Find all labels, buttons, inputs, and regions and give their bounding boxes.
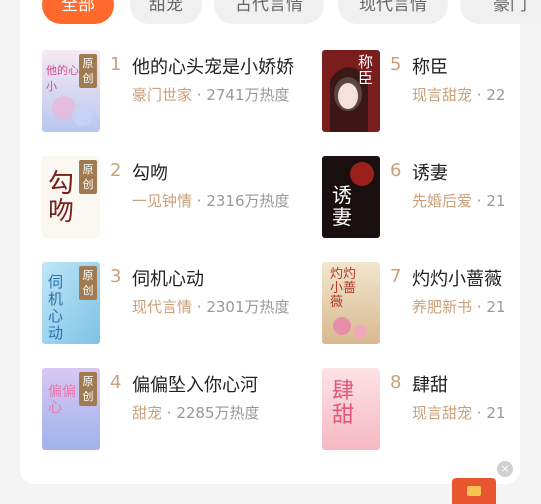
book-title[interactable]: 他的心头宠是小娇娇 <box>132 53 294 79</box>
book-item[interactable]: 肆甜 8 肆甜 现言甜宠 · 21 <box>322 368 541 458</box>
book-category[interactable]: 现代言情 <box>132 298 192 316</box>
book-category[interactable]: 现言甜宠 <box>412 404 472 422</box>
book-title[interactable]: 诱妻 <box>412 159 448 185</box>
book-heat: 21 <box>486 192 506 210</box>
book-category[interactable]: 一见钟情 <box>132 192 192 210</box>
cover-title-art: 伺机心动 <box>48 273 64 342</box>
close-icon[interactable]: × <box>497 461 513 477</box>
original-badge: 原创 <box>79 266 97 300</box>
book-title[interactable]: 肆甜 <box>412 371 448 397</box>
book-meta: 先婚后爱 · 21 <box>412 190 505 211</box>
cover-title-art: 偏偏心 <box>48 384 76 416</box>
book-meta: 豪门世家 · 2741万热度 <box>132 84 290 105</box>
meta-separator: · <box>472 86 487 104</box>
book-meta: 现言甜宠 · 22 <box>412 84 505 105</box>
book-cover[interactable]: 诱妻 <box>322 156 380 238</box>
tab-all[interactable]: 全部 <box>42 0 114 24</box>
original-badge: 原创 <box>79 372 97 406</box>
tab-rich-family[interactable]: 豪门 <box>460 0 541 24</box>
book-heat: 22 <box>486 86 506 104</box>
book-category[interactable]: 现言甜宠 <box>412 86 472 104</box>
book-heat: 2285万热度 <box>176 404 260 422</box>
book-title[interactable]: 称臣 <box>412 53 448 79</box>
cover-title-art: 称臣 <box>358 53 374 87</box>
cover-title-art: 勾吻 <box>48 169 75 227</box>
rank-number: 4 <box>110 372 122 393</box>
book-title[interactable]: 灼灼小蔷薇 <box>412 265 502 291</box>
meta-separator: · <box>472 298 487 316</box>
book-item[interactable]: 伺机心动 原创 3 伺机心动 现代言情 · 2301万热度 <box>42 262 290 352</box>
book-item[interactable]: 称臣 5 称臣 现言甜宠 · 22 <box>322 50 541 140</box>
original-badge: 原创 <box>79 54 97 88</box>
rank-number: 1 <box>110 54 122 75</box>
cover-title-art: 诱妻 <box>332 183 352 229</box>
book-heat: 2301万热度 <box>206 298 290 316</box>
book-item[interactable]: 诱妻 6 诱妻 先婚后爱 · 21 <box>322 156 541 246</box>
book-cover[interactable]: 他的心是小 原创 <box>42 50 100 132</box>
book-category[interactable]: 先婚后爱 <box>412 192 472 210</box>
meta-separator: · <box>192 86 207 104</box>
tab-sweet-pet[interactable]: 甜宠 <box>130 0 202 24</box>
book-meta: 一见钟情 · 2316万热度 <box>132 190 290 211</box>
rank-number: 6 <box>390 160 402 181</box>
book-meta: 养肥新书 · 21 <box>412 296 505 317</box>
book-cover[interactable]: 勾吻 原创 <box>42 156 100 238</box>
book-cover[interactable]: 称臣 <box>322 50 380 132</box>
original-badge: 原创 <box>79 160 97 194</box>
book-item[interactable]: 偏偏心 原创 4 偏偏坠入你心河 甜宠 · 2285万热度 <box>42 368 282 458</box>
meta-separator: · <box>192 192 207 210</box>
book-cover[interactable]: 偏偏心 原创 <box>42 368 100 450</box>
rank-number: 8 <box>390 372 402 393</box>
book-heat: 2741万热度 <box>206 86 290 104</box>
meta-separator: · <box>192 298 207 316</box>
rank-number: 2 <box>110 160 122 181</box>
tab-ancient-romance[interactable]: 古代言情 <box>214 0 324 24</box>
book-title[interactable]: 偏偏坠入你心河 <box>132 371 258 397</box>
book-heat: 2316万热度 <box>206 192 290 210</box>
book-meta: 现言甜宠 · 21 <box>412 402 505 423</box>
cover-title-art: 灼灼小蔷薇 <box>330 267 357 310</box>
meta-separator: · <box>472 404 487 422</box>
book-meta: 甜宠 · 2285万热度 <box>132 402 260 423</box>
book-item[interactable]: 灼灼小蔷薇 7 灼灼小蔷薇 养肥新书 · 21 <box>322 262 541 352</box>
book-meta: 现代言情 · 2301万热度 <box>132 296 290 317</box>
meta-separator: · <box>162 404 177 422</box>
meta-separator: · <box>472 192 487 210</box>
rank-number: 5 <box>390 54 402 75</box>
book-cover[interactable]: 肆甜 <box>322 368 380 450</box>
book-category[interactable]: 甜宠 <box>132 404 162 422</box>
book-title[interactable]: 伺机心动 <box>132 265 204 291</box>
book-category[interactable]: 豪门世家 <box>132 86 192 104</box>
red-packet-icon[interactable] <box>452 478 496 504</box>
book-item[interactable]: 勾吻 原创 2 勾吻 一见钟情 · 2316万热度 <box>42 156 290 246</box>
book-cover[interactable]: 灼灼小蔷薇 <box>322 262 380 344</box>
book-heat: 21 <box>486 298 506 316</box>
cover-title-art: 肆甜 <box>332 379 355 428</box>
book-category[interactable]: 养肥新书 <box>412 298 472 316</box>
rank-number: 3 <box>110 266 122 287</box>
book-item[interactable]: 他的心是小 原创 1 他的心头宠是小娇娇 豪门世家 · 2741万热度 <box>42 50 294 140</box>
tab-modern-romance[interactable]: 现代言情 <box>338 0 448 24</box>
book-cover[interactable]: 伺机心动 原创 <box>42 262 100 344</box>
rank-number: 7 <box>390 266 402 287</box>
category-tabs: 全部 甜宠 古代言情 现代言情 豪门 <box>0 0 541 26</box>
book-heat: 21 <box>486 404 506 422</box>
book-title[interactable]: 勾吻 <box>132 159 168 185</box>
